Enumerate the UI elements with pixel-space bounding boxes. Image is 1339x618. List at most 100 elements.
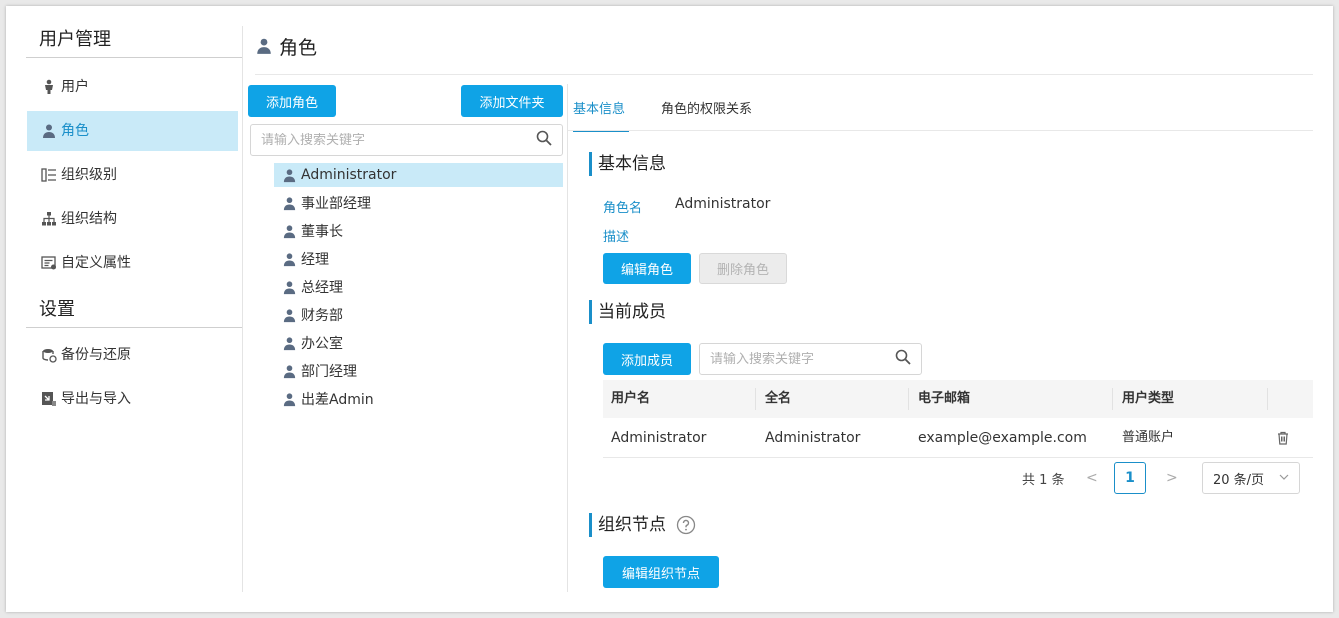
role-person-icon [282,168,297,183]
members-table-header: 用户名 全名 电子邮箱 用户类型 [603,380,1313,418]
sidebar-item-org-levels[interactable]: 组织级别 [27,155,238,195]
delete-role-button[interactable]: 删除角色 [699,253,787,284]
app-window: 用户管理 用户 角色 组织级别 组织结构 自定义属性 设置 备份与还原 导出与导… [6,6,1333,612]
title-divider [255,74,1313,75]
tree-item-label: 总经理 [301,280,343,296]
sidebar-item-label: 组织级别 [61,167,117,183]
sidebar-item-custom-attributes[interactable]: 自定义属性 [27,243,238,283]
panel-divider [567,84,568,592]
page-size-select[interactable]: 20 条/页 [1202,462,1300,494]
section-org-nodes-title: 组织节点 [598,515,666,535]
search-icon[interactable] [895,349,911,369]
role-person-icon [282,336,297,351]
add-role-button[interactable]: 添加角色 [248,85,336,117]
tree-item-label: 出差Admin [301,392,374,408]
add-member-button[interactable]: 添加成员 [603,343,691,375]
sidebar-item-org-structure[interactable]: 组织结构 [27,199,238,239]
tree-item[interactable]: 财务部 [274,303,563,327]
sidebar-item-label: 角色 [61,123,89,139]
tree-item[interactable]: 经理 [274,247,563,271]
tree-item-label: 事业部经理 [301,196,371,212]
tree-item[interactable]: 办公室 [274,331,563,355]
role-search-input[interactable] [261,132,494,148]
role-person-icon [282,364,297,379]
column-separator [1267,388,1268,410]
role-person-icon [282,308,297,323]
chevron-down-icon [1279,471,1289,486]
section-org-nodes: 组织节点 [589,513,696,537]
cell-username: Administrator [611,430,707,446]
pagination-page-current[interactable]: 1 [1114,462,1146,494]
role-person-icon [282,252,297,267]
role-name-label: 角色名 [603,201,643,216]
sidebar-section-settings: 设置 [26,292,242,328]
sidebar-item-backup-restore[interactable]: 备份与还原 [27,335,238,375]
cell-email: example@example.com [918,430,1087,446]
sidebar-item-label: 导出与导入 [61,391,131,407]
tree-item[interactable]: 总经理 [274,275,563,299]
delete-member-icon[interactable] [1276,418,1290,458]
edit-org-nodes-button[interactable]: 编辑组织节点 [603,556,719,588]
role-person-icon [255,37,273,55]
column-header-user-type[interactable]: 用户类型 [1122,380,1174,418]
tree-item-label: Administrator [301,167,397,183]
tree-item[interactable]: 董事长 [274,219,563,243]
tree-item-label: 经理 [301,252,329,268]
member-search-box [699,343,922,375]
pagination-prev-icon[interactable]: < [1086,470,1098,486]
role-name-value: Administrator [675,196,771,212]
tab-basic-info[interactable]: 基本信息 [573,98,629,132]
add-folder-button[interactable]: 添加文件夹 [461,85,563,117]
sidebar-item-users[interactable]: 用户 [27,67,238,107]
sidebar-item-export-import[interactable]: 导出与导入 [27,379,238,419]
column-header-email[interactable]: 电子邮箱 [918,380,970,418]
tree-item-label: 办公室 [301,336,343,352]
description-label: 描述 [603,230,630,245]
page-title-text: 角色 [279,36,318,59]
sidebar-item-label: 自定义属性 [61,255,131,271]
page-title: 角色 [255,30,317,62]
role-person-icon [41,123,57,139]
role-person-icon [282,392,297,407]
table-row: Administrator Administrator example@exam… [603,418,1313,458]
sidebar-item-label: 组织结构 [61,211,117,227]
sidebar-item-roles[interactable]: 角色 [27,111,238,151]
column-separator [755,388,756,410]
section-current-members: 当前成员 [589,300,666,324]
section-basic-info: 基本信息 [589,152,666,176]
cell-user-type: 普通账户 [1122,430,1175,445]
tree-item-label: 财务部 [301,308,343,324]
edit-role-button[interactable]: 编辑角色 [603,253,691,284]
user-standing-icon [41,79,57,95]
custom-attribute-icon [41,255,57,271]
column-separator [1112,388,1113,410]
role-person-icon [282,280,297,295]
org-chart-icon [41,211,57,227]
pagination-next-icon[interactable]: > [1166,470,1178,486]
column-header-username[interactable]: 用户名 [611,380,650,418]
pagination-total: 共 1 条 [1022,473,1065,488]
sidebar-item-label: 用户 [61,79,89,95]
column-separator [908,388,909,410]
search-icon[interactable] [536,130,552,150]
tree-item[interactable]: 出差Admin [274,387,563,411]
help-icon[interactable] [676,515,696,535]
column-header-fullname[interactable]: 全名 [765,380,791,418]
tree-item[interactable]: Administrator [274,163,563,187]
backup-restore-icon [41,347,57,363]
role-person-icon [282,224,297,239]
member-search-input[interactable] [710,351,871,367]
org-level-icon [41,167,57,183]
tree-item[interactable]: 事业部经理 [274,191,563,215]
role-search-box [250,124,563,156]
role-person-icon [282,196,297,211]
sidebar-section-user-management: 用户管理 [26,22,242,58]
tabs-divider [568,130,1313,131]
tree-item[interactable]: 部门经理 [274,359,563,383]
tab-role-permissions[interactable]: 角色的权限关系 [661,98,771,132]
cell-fullname: Administrator [765,430,861,446]
export-import-icon [41,391,57,407]
tree-item-label: 董事长 [301,224,343,240]
sidebar-divider [242,26,243,592]
tree-item-label: 部门经理 [301,364,357,380]
